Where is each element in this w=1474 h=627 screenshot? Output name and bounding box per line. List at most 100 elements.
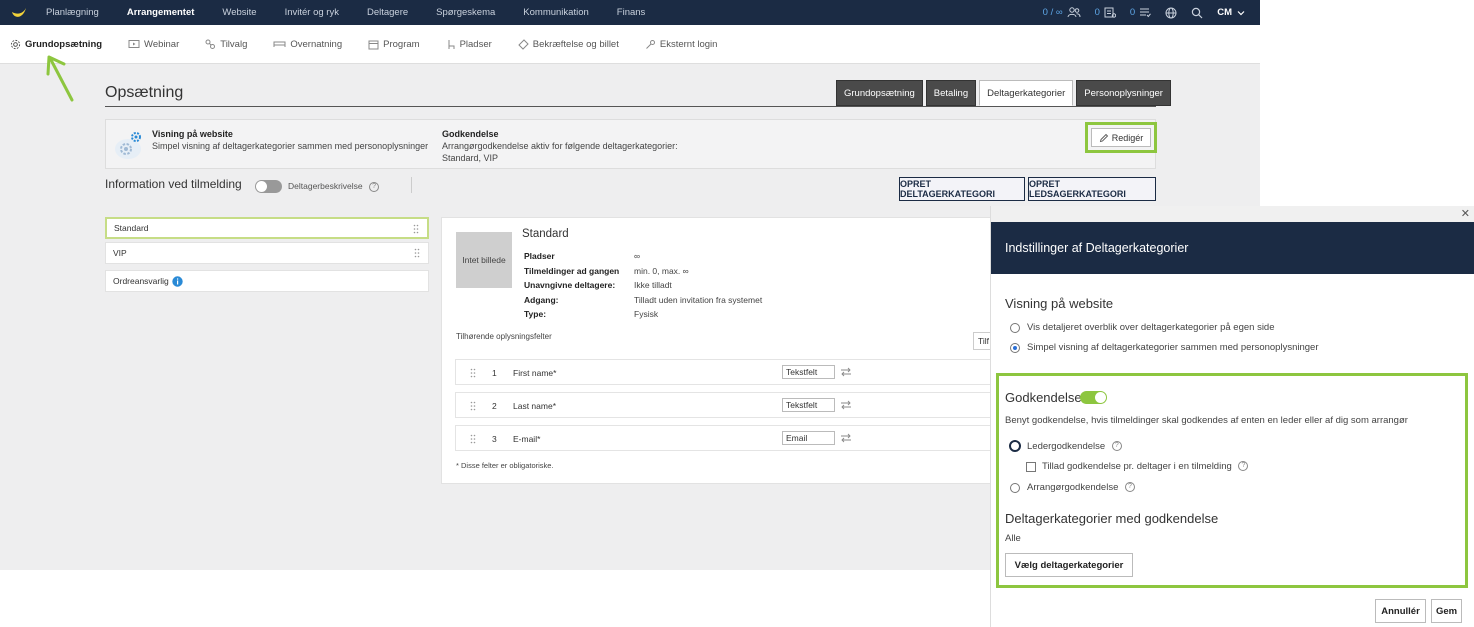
- participants-count: 0 / ∞: [1042, 7, 1063, 18]
- participant-description-toggle[interactable]: [255, 180, 282, 193]
- property-value: ∞: [634, 251, 641, 261]
- nav-website[interactable]: Website: [208, 7, 270, 18]
- tab-grundopsaetning[interactable]: Grundopsætning: [836, 80, 923, 106]
- subnav-overnatning[interactable]: Overnatning: [273, 39, 342, 50]
- tab-personoplysninger[interactable]: Personoplysninger: [1076, 80, 1171, 106]
- drag-handle-icon[interactable]: [413, 224, 419, 234]
- subnav-pladser[interactable]: Pladser: [446, 39, 492, 50]
- tab-deltagerkategorier[interactable]: Deltagerkategorier: [979, 80, 1074, 106]
- approval-info: Godkendelse Arrangørgodkendelse aktiv fo…: [442, 128, 678, 164]
- property-row: Unavngivne deltagere: Ikke tilladt: [524, 278, 762, 293]
- create-companion-button[interactable]: OPRET LEDSAGERKATEGORI: [1028, 177, 1156, 201]
- radio-detailed-overview[interactable]: [1010, 323, 1020, 333]
- help-icon[interactable]: ?: [369, 181, 380, 192]
- subnav-label: Bekræftelse og billet: [532, 38, 619, 50]
- bed-icon: [273, 41, 286, 47]
- subnav-program[interactable]: Program: [368, 38, 420, 50]
- category-image-placeholder[interactable]: Intet billede: [456, 232, 512, 288]
- sub-navigation: Grundopsætning Webinar Tilvalg Overnatni…: [0, 25, 1260, 64]
- subnav-bekraeftelse[interactable]: Bekræftelse og billet: [518, 39, 619, 50]
- category-properties: Pladser ∞ Tilmeldinger ad gangen min. 0, m…: [524, 249, 762, 322]
- page-title: Opsætning: [105, 84, 184, 101]
- property-key: Unavngivne deltagere:: [524, 280, 616, 290]
- field-number: 1: [492, 368, 497, 378]
- swap-icon[interactable]: [840, 433, 852, 443]
- nav-spoergeskema[interactable]: Spørgeskema: [422, 7, 509, 18]
- nav-planlaegning[interactable]: Planlægning: [32, 7, 113, 18]
- edit-highlight: Redigér: [1085, 122, 1157, 153]
- user-menu[interactable]: CM: [1217, 7, 1246, 18]
- category-item-standard[interactable]: Standard: [105, 217, 429, 239]
- search-icon[interactable]: [1191, 7, 1203, 19]
- participant-description-label: Deltagerbeskrivelse ?: [288, 181, 380, 192]
- field-row: 1 First name* Tekstfelt: [455, 359, 1003, 385]
- messages-counter[interactable]: 0: [1095, 7, 1116, 18]
- subnav-grundopsaetning[interactable]: Grundopsætning: [10, 39, 102, 50]
- field-type[interactable]: Tekstfelt: [782, 398, 835, 412]
- annotation-arrow-icon: [46, 55, 74, 102]
- key-icon: [646, 39, 655, 49]
- options-icon: [205, 39, 216, 49]
- nav-deltagere[interactable]: Deltagere: [353, 7, 422, 18]
- website-visibility-heading: Visning på website: [1005, 296, 1114, 311]
- swap-icon[interactable]: [840, 367, 852, 377]
- edit-button[interactable]: Redigér: [1091, 128, 1151, 147]
- website-settings-panel: Visning på website Simpel visning af del…: [105, 119, 1156, 169]
- toggle-label-text: Deltagerbeskrivelse: [288, 181, 363, 191]
- close-icon[interactable]: ✕: [1461, 207, 1470, 220]
- drag-handle-icon[interactable]: [470, 401, 476, 411]
- modal-title: Indstillinger af Deltagerkategorier: [991, 222, 1474, 274]
- ticket-icon: [518, 38, 529, 50]
- field-name: Last name*: [513, 401, 556, 411]
- subnav-label: Program: [383, 38, 420, 50]
- radio-detailed-overview-label: Vis detaljeret overblik over deltagerkat…: [1027, 322, 1275, 333]
- tab-betaling[interactable]: Betaling: [925, 80, 977, 106]
- nav-kommunikation[interactable]: Kommunikation: [509, 7, 602, 18]
- banana-logo-icon[interactable]: [6, 0, 32, 25]
- category-item-ordreansvarlig[interactable]: Ordreansvarlig: [105, 270, 429, 292]
- field-type[interactable]: Tekstfelt: [782, 365, 835, 379]
- property-key: Type:: [524, 309, 547, 319]
- radio-simple-view-label: Simpel visning af deltagerkategorier sam…: [1027, 342, 1319, 353]
- category-detail-title: Standard: [522, 228, 569, 240]
- field-type[interactable]: Email: [782, 431, 835, 445]
- drag-handle-icon[interactable]: [414, 248, 420, 258]
- tasks-count: 0: [1129, 7, 1136, 18]
- drag-handle-icon[interactable]: [470, 368, 476, 378]
- property-row: Pladser ∞: [524, 249, 762, 264]
- cancel-button[interactable]: Annullér: [1375, 599, 1426, 623]
- category-detail-panel: Intet billede Standard Pladser ∞ Tilmeldi…: [441, 217, 1003, 484]
- nav-finans[interactable]: Finans: [603, 7, 660, 18]
- subnav-tilvalg[interactable]: Tilvalg: [205, 39, 247, 50]
- subnav-label: Overnatning: [290, 38, 343, 50]
- field-row: 2 Last name* Tekstfelt: [455, 392, 1003, 418]
- list-icon: [1140, 8, 1152, 18]
- website-visibility-heading: Visning på website: [152, 129, 233, 139]
- approval-categories: Standard, VIP: [442, 153, 499, 163]
- edit-label: Redigér: [1111, 132, 1144, 143]
- subnav-eksternt-login[interactable]: Eksternt login: [645, 39, 717, 50]
- property-value: Tilladt uden invitation fra systemet: [634, 294, 763, 305]
- property-row: Tilmeldinger ad gangen min. 0, max. ∞: [524, 264, 762, 279]
- property-value: Fysisk: [634, 309, 659, 319]
- website-visibility-info: Visning på website Simpel visning af del…: [152, 128, 428, 152]
- gear-icon: [10, 39, 21, 49]
- messages-count: 0: [1094, 7, 1100, 18]
- globe-icon[interactable]: [1165, 7, 1177, 19]
- create-category-button[interactable]: OPRET DELTAGERKATEGORI: [899, 177, 1025, 201]
- drag-handle-icon[interactable]: [470, 434, 476, 444]
- radio-simple-view[interactable]: [1010, 343, 1020, 353]
- tasks-counter[interactable]: 0: [1129, 7, 1152, 18]
- category-item-vip[interactable]: VIP: [105, 242, 429, 264]
- registration-info-title: Information ved tilmelding: [105, 177, 242, 191]
- nav-arrangementet[interactable]: Arrangementet: [113, 7, 209, 18]
- nav-inviter-og-ryk[interactable]: Invitér og ryk: [271, 7, 353, 18]
- save-button[interactable]: Gem: [1431, 599, 1462, 623]
- modal-top-bar: ✕: [991, 206, 1474, 222]
- participants-counter[interactable]: 0 / ∞: [1043, 7, 1081, 18]
- info-icon[interactable]: [172, 275, 183, 287]
- field-number: 2: [492, 401, 497, 411]
- subnav-webinar[interactable]: Webinar: [128, 39, 179, 50]
- field-name: E-mail*: [513, 434, 541, 444]
- swap-icon[interactable]: [840, 400, 852, 410]
